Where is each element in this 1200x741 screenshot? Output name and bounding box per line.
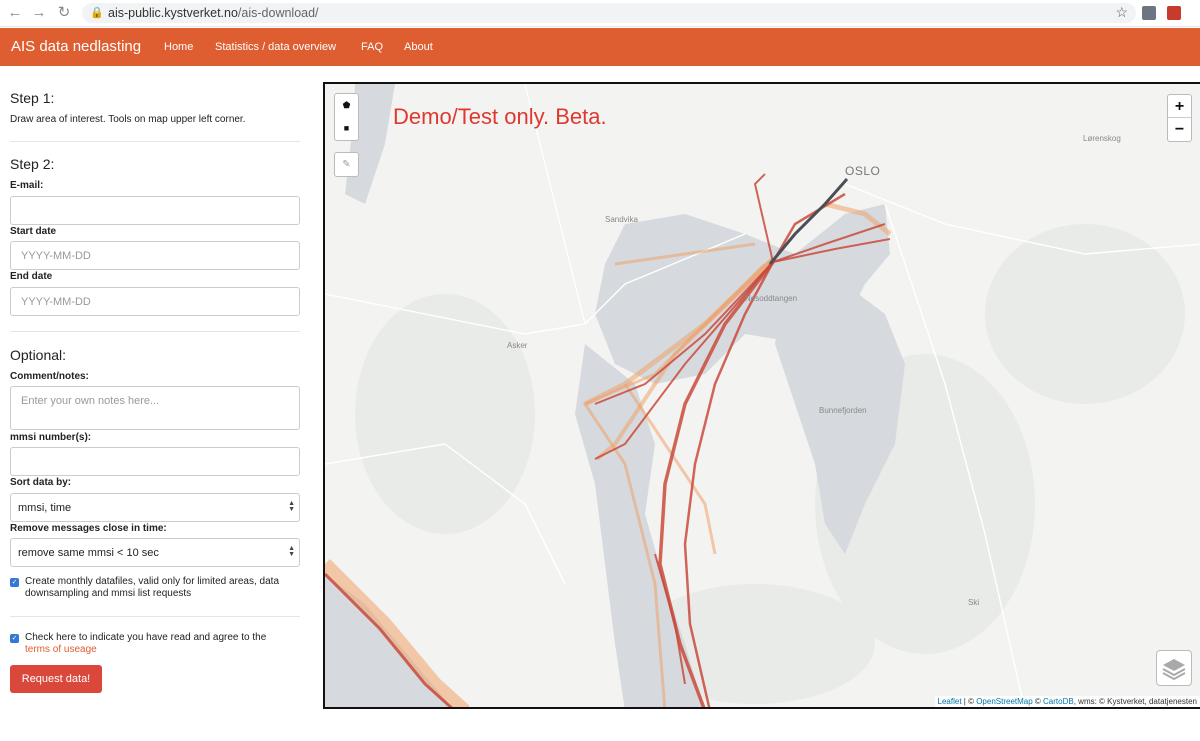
- bookmark-star-icon[interactable]: ☆: [1115, 4, 1128, 21]
- request-data-button[interactable]: Request data!: [10, 665, 102, 693]
- profile-icon[interactable]: [1167, 6, 1181, 20]
- step2-heading: Step 2:: [10, 156, 55, 172]
- draw-polygon-icon[interactable]: ⬟: [335, 94, 358, 117]
- comment-textarea[interactable]: [10, 386, 300, 430]
- brand-title[interactable]: AIS data nedlasting: [11, 38, 141, 55]
- draw-toolbar: ⬟ ■: [334, 93, 359, 141]
- agree-text: Check here to indicate you have read and…: [25, 632, 267, 655]
- remove-select[interactable]: remove same mmsi < 10 sec ▲ ▼: [10, 538, 300, 567]
- sort-select-value: mmsi, time: [18, 502, 72, 514]
- start-date-input[interactable]: [10, 241, 300, 270]
- zoom-in-button[interactable]: +: [1168, 95, 1191, 118]
- browser-toolbar: ← → ↻ 🔒 ais-public.kystverket.no/ais-dow…: [0, 0, 1200, 27]
- reload-icon[interactable]: ↻: [55, 4, 73, 22]
- divider: [10, 141, 300, 142]
- divider: [10, 331, 300, 332]
- sort-select[interactable]: mmsi, time ▲ ▼: [10, 493, 300, 522]
- map-label-asker: Asker: [507, 341, 528, 350]
- demo-banner: Demo/Test only. Beta.: [393, 104, 607, 129]
- end-date-input[interactable]: [10, 287, 300, 316]
- map-view[interactable]: Demo/Test only. Beta. OSLO Sandvika Aske…: [323, 82, 1200, 709]
- terms-link[interactable]: terms of useage: [25, 644, 97, 655]
- forward-icon[interactable]: →: [30, 4, 48, 22]
- optional-heading: Optional:: [10, 347, 67, 363]
- remove-label: Remove messages close in time:: [10, 523, 167, 534]
- nav-about[interactable]: About: [404, 41, 433, 53]
- map-label-nesoddtangen: Nesoddtangen: [745, 294, 798, 303]
- mmsi-label: mmsi number(s):: [10, 432, 92, 443]
- map-label-lorenskog: Lørenskog: [1083, 134, 1121, 143]
- map-label-bunnefjorden: Bunnefjorden: [819, 406, 867, 415]
- mmsi-input[interactable]: [10, 447, 300, 476]
- layers-icon: [1162, 659, 1186, 681]
- edit-layers-icon[interactable]: ✎: [334, 152, 359, 177]
- comment-label: Comment/notes:: [10, 371, 89, 382]
- agree-checkbox[interactable]: ✓: [10, 634, 19, 643]
- email-field[interactable]: [10, 196, 300, 225]
- email-label: E-mail:: [10, 180, 44, 191]
- select-arrows-icon: ▲ ▼: [288, 500, 295, 513]
- url-text: ais-public.kystverket.no/ais-download/: [108, 6, 319, 20]
- zoom-control: + −: [1167, 94, 1192, 142]
- start-date-label: Start date: [10, 226, 57, 237]
- nav-statistics[interactable]: Statistics / data overview: [215, 41, 336, 53]
- top-navbar: AIS data nedlasting Home Statistics / da…: [0, 28, 1200, 66]
- nav-home[interactable]: Home: [164, 41, 193, 53]
- map-label-oslo: OSLO: [845, 164, 881, 178]
- map-attribution: Leaflet | © OpenStreetMap © CartoDB, wms…: [934, 696, 1200, 707]
- remove-select-value: remove same mmsi < 10 sec: [18, 547, 159, 559]
- map-label-ski: Ski: [968, 598, 980, 607]
- step1-heading: Step 1:: [10, 90, 55, 106]
- step1-help: Draw area of interest. Tools on map uppe…: [10, 114, 246, 125]
- lock-icon: 🔒: [90, 7, 104, 19]
- end-date-label: End date: [10, 271, 53, 282]
- address-bar[interactable]: 🔒 ais-public.kystverket.no/ais-download/…: [82, 3, 1136, 23]
- leaflet-link[interactable]: Leaflet: [938, 697, 962, 706]
- monthly-text: Create monthly datafiles, valid only for…: [25, 576, 280, 599]
- osm-link[interactable]: OpenStreetMap: [976, 697, 1032, 706]
- nav-faq[interactable]: FAQ: [361, 41, 383, 53]
- sort-label: Sort data by:: [10, 477, 72, 488]
- map-label-sandvika: Sandvika: [605, 215, 638, 224]
- carto-link[interactable]: CartoDB: [1043, 697, 1074, 706]
- map-basemap: [325, 84, 1200, 707]
- select-arrows-icon: ▲ ▼: [288, 545, 295, 558]
- back-icon[interactable]: ←: [6, 4, 24, 22]
- draw-rectangle-icon[interactable]: ■: [335, 117, 358, 140]
- divider: [10, 616, 300, 617]
- extension-icon[interactable]: [1142, 6, 1156, 20]
- zoom-out-button[interactable]: −: [1168, 118, 1191, 141]
- layers-control[interactable]: [1156, 650, 1192, 686]
- monthly-checkbox[interactable]: ✓: [10, 578, 19, 587]
